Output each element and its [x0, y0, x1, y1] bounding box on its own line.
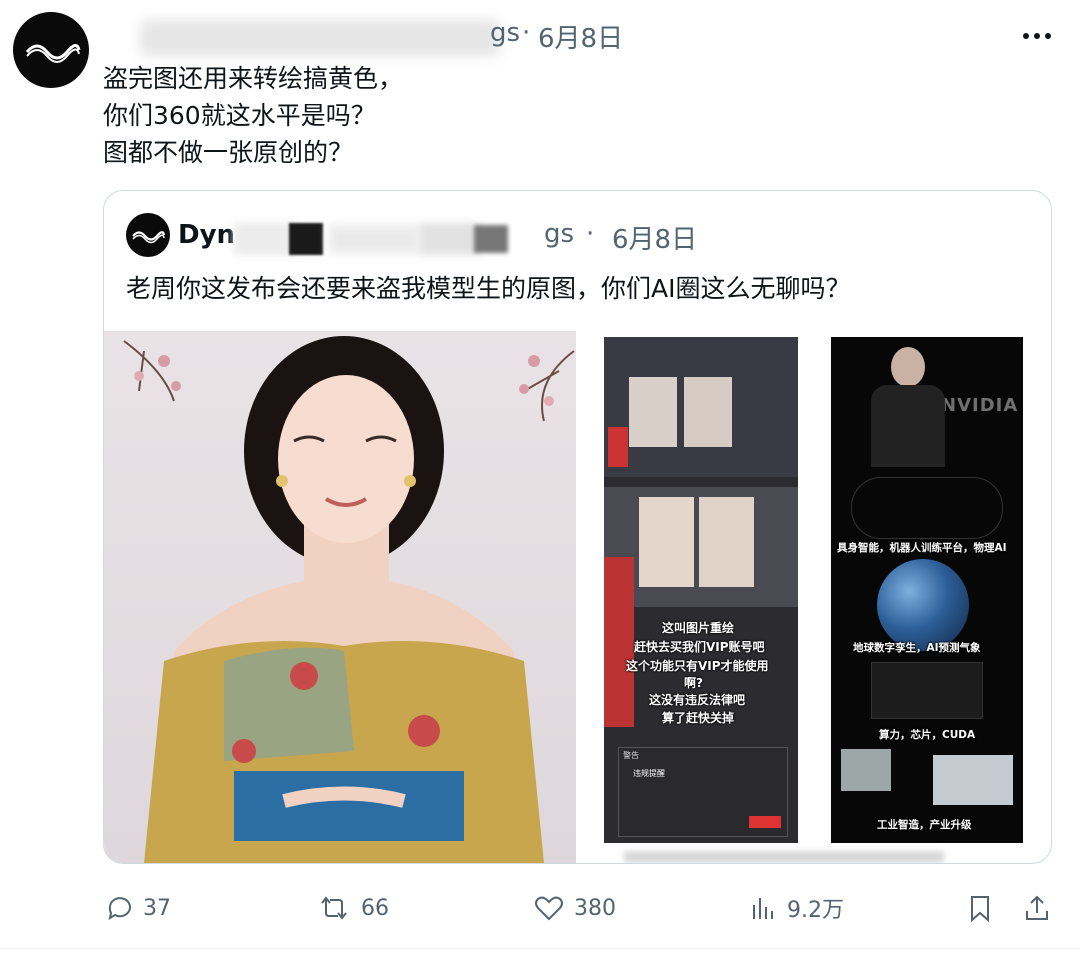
- like-count: 380: [574, 895, 616, 921]
- quote-author-avatar: [126, 213, 170, 257]
- quote-image-screenshots[interactable]: 这叫图片重绘 赶快去买我们VIP账号吧 这个功能只有VIP才能使用 啊? 这没有…: [604, 337, 798, 843]
- heart-icon: [535, 896, 563, 921]
- bar-chart-icon: [753, 898, 773, 919]
- author-name-redacted: [140, 20, 500, 56]
- cropped-caption-strip: [624, 851, 944, 863]
- nvidia-caption-1: 具身智能，机器人训练平台，物理AI: [837, 542, 1007, 554]
- retweet-count: 66: [361, 895, 389, 921]
- nvidia-caption-2: 地球数字孪生，AI预测气象: [853, 642, 981, 654]
- more-options-button[interactable]: [1022, 28, 1052, 42]
- avatar-logo-icon: [25, 44, 81, 63]
- bookmark-button[interactable]: [966, 890, 994, 926]
- views-button[interactable]: 9.2万: [750, 890, 844, 926]
- portrait-illustration: [123, 336, 575, 863]
- quote-image-nvidia[interactable]: NVIDIA 具身智能，机器人训练平台，物理AI 地球数字孪生，AI预测气象 算…: [831, 337, 1023, 843]
- reply-count: 37: [143, 895, 171, 921]
- quote-text: 老周你这发布会还要来盗我模型生的原图，你们AI圈这么无聊吗？: [126, 274, 851, 303]
- reply-icon: [108, 897, 131, 921]
- warning-dialog-title: 警告: [623, 751, 639, 760]
- avatar-logo-icon: [132, 231, 166, 244]
- warning-dialog: 警告 违规提醒: [618, 747, 788, 837]
- video-caption-3: 这个功能只有VIP才能使用: [626, 659, 769, 673]
- video-caption-6: 算了赶快关掉: [662, 711, 735, 725]
- quote-handle-suffix: gs: [544, 219, 575, 249]
- reply-button[interactable]: 37: [104, 890, 171, 926]
- speaker-figure: [604, 557, 634, 727]
- nvidia-caption-4: 工业智造，产业升级: [877, 819, 972, 831]
- quote-time: 6月8日: [612, 225, 698, 255]
- video-caption-1: 这叫图片重绘: [662, 621, 735, 635]
- bookmark-icon: [971, 896, 989, 923]
- nvidia-caption-3: 算力，芯片，CUDA: [879, 729, 976, 741]
- presenter-figure: [871, 347, 945, 467]
- retweet-icon: [321, 896, 347, 920]
- quote-image-portrait[interactable]: [104, 331, 576, 863]
- screenshot-top: [604, 337, 798, 477]
- bottom-divider: [0, 948, 1080, 949]
- quote-name-redacted: [234, 221, 534, 257]
- like-button[interactable]: 380: [533, 890, 616, 926]
- video-caption-5: 这没有违反法律吧: [649, 693, 746, 707]
- share-icon: [1026, 895, 1048, 920]
- warning-dialog-heading: 违规提醒: [633, 769, 665, 778]
- dot-separator: ·: [522, 18, 531, 48]
- factory-panel-1: [841, 749, 891, 791]
- tweet-time[interactable]: 6月8日: [538, 18, 623, 55]
- retweet-button[interactable]: 66: [316, 890, 389, 926]
- tweet-text: 盗完图还用来转绘搞黄色， 你们360就这水平是吗？ 图都不做一张原创的？: [103, 64, 404, 167]
- nvidia-brand: NVIDIA: [941, 395, 1019, 416]
- earth-globe: [877, 559, 969, 651]
- quote-author-name: Dyn: [178, 220, 236, 250]
- author-handle-suffix: gs: [490, 18, 521, 48]
- more-dots-icon: [1023, 33, 1051, 39]
- robot-graphic: [851, 477, 1003, 539]
- video-caption-4: 啊?: [684, 676, 703, 690]
- quoted-tweet-card[interactable]: Dyn gs · 6月8日 老周你这发布会还要来盗我模型生的原图，你们AI圈这么…: [103, 190, 1052, 864]
- chip-graphic: [871, 662, 983, 719]
- video-caption-2: 赶快去买我们VIP账号吧: [634, 640, 765, 654]
- dot-separator: ·: [586, 219, 595, 249]
- share-button[interactable]: [1022, 890, 1052, 926]
- author-avatar[interactable]: [13, 12, 89, 88]
- views-count: 9.2万: [787, 898, 844, 923]
- factory-panel-2: [933, 755, 1013, 805]
